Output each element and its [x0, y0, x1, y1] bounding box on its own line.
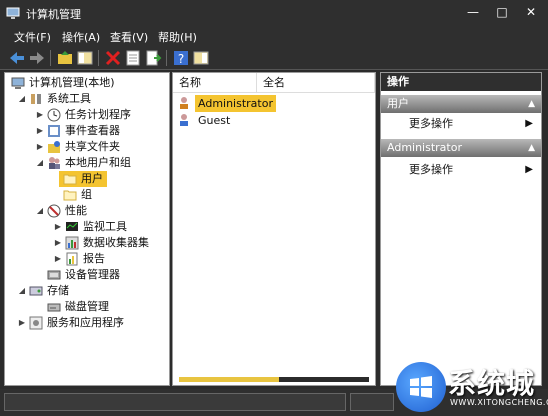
svg-text:?: ?: [178, 52, 184, 66]
collapsed-chevron-icon[interactable]: ▶: [53, 219, 63, 235]
tree-node-monitoring-tools[interactable]: ▶ 监视工具: [9, 219, 169, 235]
console-tree: 计算机管理(本地) ◢ 系统工具 ▶ 任务计划程序 ▶ 事件查看器 ▶ 共享文件…: [4, 72, 170, 386]
list-row-administrator[interactable]: Administrator: [177, 95, 375, 112]
tree-node-event-viewer[interactable]: ▶ 事件查看器: [9, 123, 169, 139]
users-icon: [49, 157, 60, 169]
menu-bar: 文件(F) 操作(A) 查看(V) 帮助(H): [0, 26, 548, 46]
list-row-guest[interactable]: Guest: [177, 112, 375, 129]
action-pane-icon[interactable]: [192, 49, 210, 67]
actions-title: 操作: [381, 73, 541, 91]
collapsed-chevron-icon[interactable]: ▶: [35, 123, 45, 139]
menu-help[interactable]: 帮助(H): [158, 29, 197, 45]
more-actions-users[interactable]: 更多操作 ▶: [381, 115, 541, 133]
tree-node-performance[interactable]: ◢ 性能: [9, 203, 169, 219]
windows-logo-icon: [396, 362, 446, 412]
watermark-text: 系统城: [448, 367, 536, 400]
action-section-header-users[interactable]: 用户 ▲: [381, 95, 541, 113]
monitor-icon: [66, 222, 78, 231]
performance-icon: [47, 204, 61, 218]
menu-view[interactable]: 查看(V): [110, 29, 148, 45]
watermark-url: WWW.XITONGCHENG.COM: [450, 398, 548, 407]
collapsed-chevron-icon[interactable]: ▶: [35, 139, 45, 155]
maximize-button[interactable]: □: [491, 3, 513, 21]
tools-icon: [31, 94, 41, 104]
user-icon: [180, 114, 188, 126]
collapse-caret-icon[interactable]: ▲: [528, 95, 535, 113]
help-icon[interactable]: ?: [172, 49, 190, 67]
window-title: 计算机管理: [26, 8, 81, 21]
more-actions-administrator[interactable]: 更多操作 ▶: [381, 161, 541, 179]
show-hide-tree-icon[interactable]: [76, 49, 94, 67]
tree-node-local-users-groups[interactable]: ◢ 本地用户和组: [9, 155, 169, 171]
disk-icon: [47, 303, 61, 312]
results-list: 名称 全名 Administrator Guest: [172, 72, 376, 386]
export-list-icon[interactable]: [144, 49, 162, 67]
tree-node-disk-management[interactable]: 磁盘管理: [9, 299, 169, 315]
up-folder-icon[interactable]: [56, 49, 74, 67]
expanded-chevron-icon[interactable]: ◢: [35, 155, 45, 171]
folder-icon: [63, 174, 77, 185]
scrollbar-thumb[interactable]: [179, 377, 279, 382]
status-segment-secondary: [350, 393, 394, 411]
tree-node-users[interactable]: 用户: [59, 171, 107, 187]
shared-folder-icon: [48, 141, 60, 153]
horizontal-scrollbar[interactable]: [179, 377, 369, 382]
tree-node-reports[interactable]: ▶ 报告: [9, 251, 169, 267]
collapsed-chevron-icon[interactable]: ▶: [17, 315, 27, 331]
device-manager-icon: [47, 270, 61, 280]
action-section-header-administrator[interactable]: Administrator ▲: [381, 139, 541, 157]
tree-node-groups[interactable]: 组: [59, 187, 107, 203]
minimize-button[interactable]: —: [462, 3, 484, 21]
computer-management-icon: [6, 7, 20, 19]
collapsed-chevron-icon[interactable]: ▶: [53, 235, 63, 251]
folder-icon: [63, 190, 77, 201]
tree-node-services-applications[interactable]: ▶ 服务和应用程序: [9, 315, 169, 331]
toolbar: ?: [0, 46, 548, 70]
watermark: 系统城 WWW.XITONGCHENG.COM: [396, 358, 548, 414]
submenu-arrow-icon: ▶: [525, 164, 533, 175]
storage-icon: [29, 286, 43, 296]
computer-icon: [11, 77, 25, 89]
expanded-chevron-icon[interactable]: ◢: [17, 283, 27, 299]
menu-action[interactable]: 操作(A): [62, 29, 100, 45]
status-segment-main: [4, 393, 346, 411]
collapsed-chevron-icon[interactable]: ▶: [53, 251, 63, 267]
tree-node-task-scheduler[interactable]: ▶ 任务计划程序: [9, 107, 169, 123]
back-icon[interactable]: [8, 49, 26, 67]
close-button[interactable]: ✕: [520, 3, 542, 21]
menu-file[interactable]: 文件(F): [14, 29, 51, 45]
tree-node-device-manager[interactable]: 设备管理器: [9, 267, 169, 283]
tree-node-data-collector-sets[interactable]: ▶ 数据收集器集: [9, 235, 169, 251]
collapsed-chevron-icon[interactable]: ▶: [35, 107, 45, 123]
title-bar: 计算机管理 — □ ✕: [0, 0, 548, 26]
action-pane: 操作 用户 ▲ 更多操作 ▶ Administrator ▲ 更多操作 ▶: [380, 72, 542, 386]
event-viewer-icon: [48, 125, 60, 137]
column-header-name[interactable]: 名称: [173, 73, 257, 93]
services-icon: [29, 316, 43, 330]
tree-node-system-tools[interactable]: ◢ 系统工具: [9, 91, 169, 107]
tree-node-shared-folders[interactable]: ▶ 共享文件夹: [9, 139, 169, 155]
tree-node-storage[interactable]: ◢ 存储: [9, 283, 169, 299]
data-collector-icon: [65, 236, 79, 250]
report-icon: [66, 252, 78, 266]
expanded-chevron-icon[interactable]: ◢: [35, 203, 45, 219]
tree-node-computer-management[interactable]: 计算机管理(本地): [9, 75, 169, 91]
user-icon: [180, 97, 188, 109]
submenu-arrow-icon: ▶: [525, 118, 533, 129]
properties-icon[interactable]: [124, 49, 142, 67]
forward-icon[interactable]: [28, 49, 46, 67]
delete-icon[interactable]: [104, 49, 122, 67]
expanded-chevron-icon[interactable]: ◢: [17, 91, 27, 107]
column-header-full-name[interactable]: 全名: [257, 73, 375, 93]
collapse-caret-icon[interactable]: ▲: [528, 139, 535, 157]
clock-icon: [47, 108, 61, 122]
